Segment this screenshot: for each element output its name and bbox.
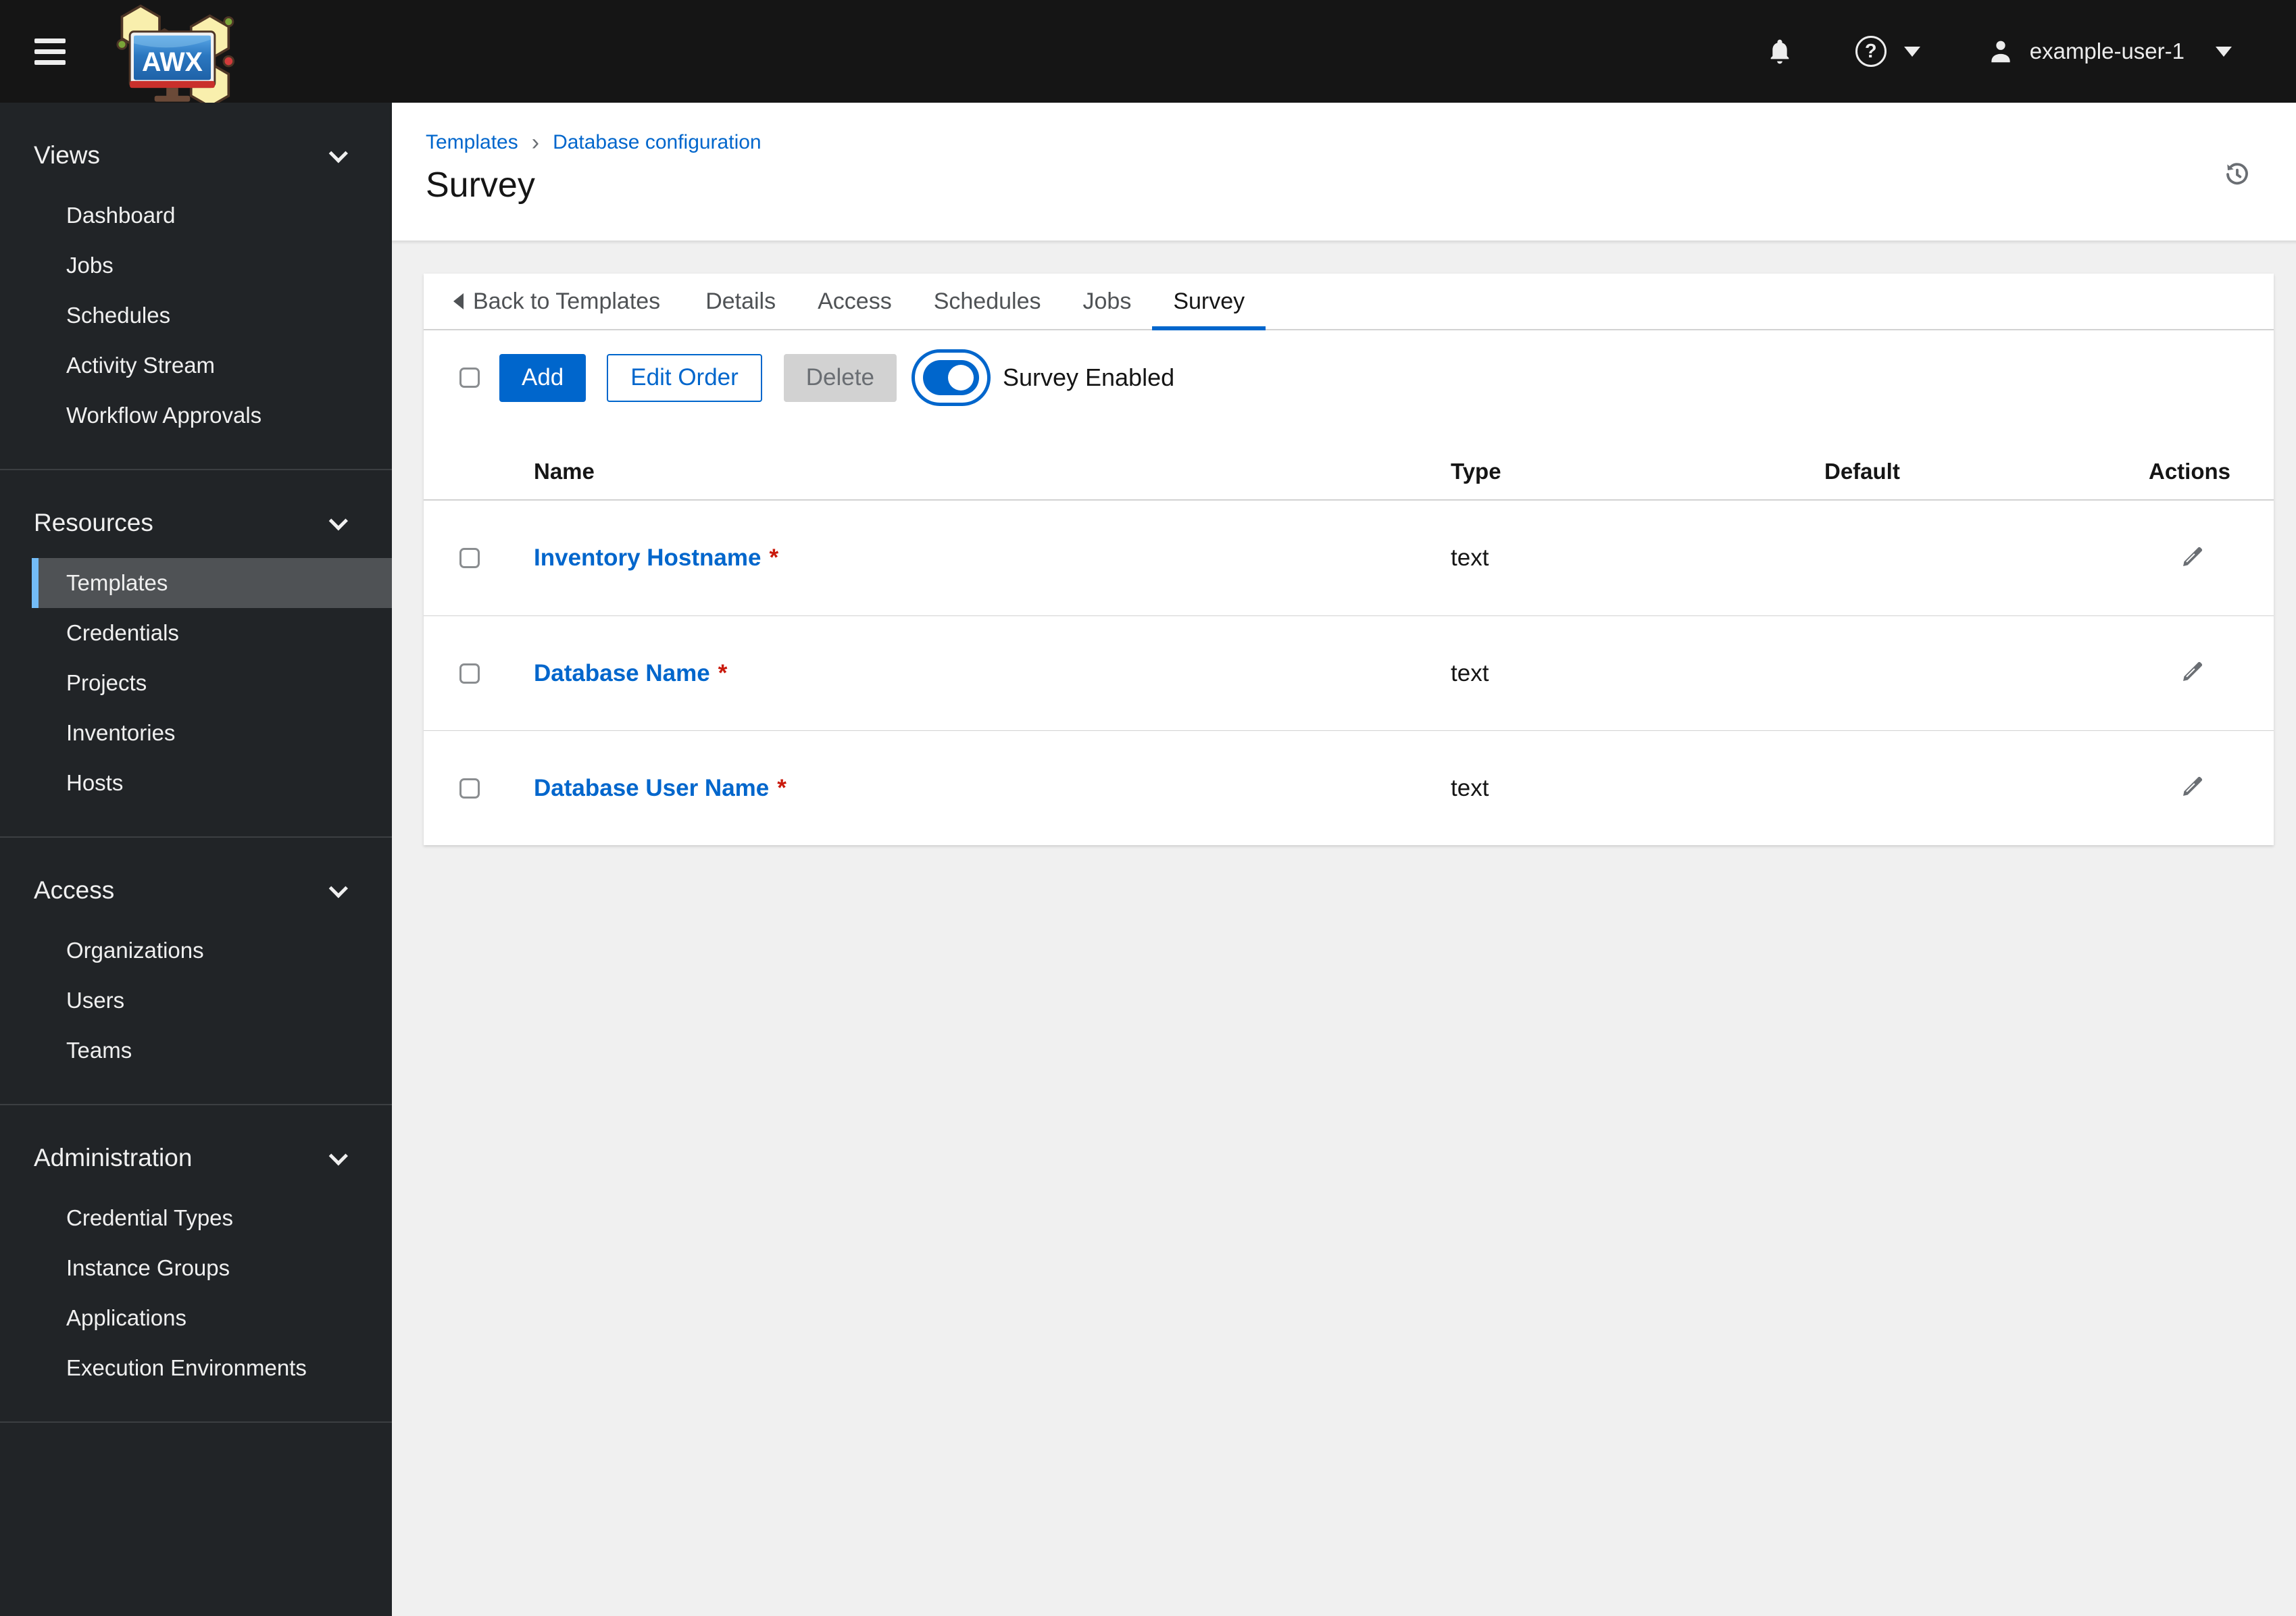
survey-card: Back to Templates Details Access Schedul… [424,274,2274,845]
column-header-actions: Actions [2149,459,2231,484]
survey-question-link[interactable]: Database Name [534,660,710,686]
add-button[interactable]: Add [499,353,587,402]
required-asterisk: * [777,774,787,801]
toggle-switch-icon [911,349,991,406]
main-content: Templates › Database configuration Surve… [392,103,2296,1616]
section-label: Views [34,141,101,169]
chevron-down-icon [2216,46,2232,57]
select-all-checkbox[interactable] [459,368,480,388]
sidebar-nav: Views Dashboard Jobs Schedules Activity … [0,103,392,1616]
sidebar-item-applications[interactable]: Applications [0,1293,392,1343]
sidebar-item-schedules[interactable]: Schedules [0,291,392,340]
breadcrumb-link-database-configuration[interactable]: Database configuration [553,131,762,154]
table-row: Database User Name * text [424,730,2274,845]
help-icon: ? [1855,36,1887,67]
sidebar-item-workflow-approvals[interactable]: Workflow Approvals [0,390,392,440]
sidebar-item-templates[interactable]: Templates [32,558,392,608]
nav-section-header-views[interactable]: Views [0,135,392,176]
table-row: Database Name * text [424,615,2274,730]
breadcrumb-link-templates[interactable]: Templates [426,131,518,154]
nav-section-header-administration[interactable]: Administration [0,1138,392,1178]
masthead-right: ? example-user-1 [1766,36,2296,67]
delete-button[interactable]: Delete [783,353,897,402]
chevron-down-icon [328,511,348,531]
table-row: Inventory Hostname * text [424,501,2274,615]
chevron-down-icon [1903,46,1920,57]
tab-schedules[interactable]: Schedules [913,274,1062,329]
type-cell: text [1451,659,1489,686]
section-label: Resources [34,509,153,536]
divider [0,1421,392,1423]
type-cell: text [1451,545,1489,571]
column-header-type: Type [1451,459,1501,484]
edit-pencil-icon[interactable] [2178,773,2206,803]
caret-left-icon [453,293,464,309]
row-checkbox[interactable] [459,778,480,799]
awx-logo[interactable]: AWX [101,0,244,103]
toggle-label: Survey Enabled [1002,363,1175,391]
history-icon[interactable] [2224,161,2251,190]
nav-toggle-icon[interactable] [34,32,66,71]
survey-enabled-toggle[interactable] [911,349,991,406]
tab-back-to-templates[interactable]: Back to Templates [453,274,671,329]
row-checkbox[interactable] [459,548,480,568]
sidebar-item-activity-stream[interactable]: Activity Stream [0,340,392,390]
sidebar-item-organizations[interactable]: Organizations [0,926,392,976]
nav-section-views: Views Dashboard Jobs Schedules Activity … [0,103,392,469]
nav-section-resources: Resources Templates Credentials Projects… [0,470,392,836]
sidebar-item-projects[interactable]: Projects [0,658,392,708]
chevron-down-icon [328,144,348,163]
required-asterisk: * [769,545,779,571]
section-label: Access [34,876,115,904]
survey-toolbar: Add Edit Order Delete Survey Enabled [424,330,2274,444]
breadcrumb-separator: › [531,130,540,155]
required-asterisk: * [718,659,728,686]
user-menu[interactable]: example-user-1 [1987,37,2232,66]
sidebar-item-dashboard[interactable]: Dashboard [0,191,392,241]
svg-text:AWX: AWX [142,47,203,77]
edit-order-button[interactable]: Edit Order [607,353,762,402]
sidebar-item-execution-environments[interactable]: Execution Environments [0,1343,392,1393]
sidebar-item-users[interactable]: Users [0,976,392,1026]
nav-section-header-resources[interactable]: Resources [0,503,392,543]
help-menu[interactable]: ? [1855,36,1920,67]
awx-logo-icon: AWX [116,4,235,103]
chevron-down-icon [328,1146,348,1166]
notifications-bell-icon[interactable] [1766,36,1793,66]
nav-section-administration: Administration Credential Types Instance… [0,1105,392,1421]
breadcrumb: Templates › Database configuration [426,131,2252,154]
masthead: AWX ? example-user-1 [0,0,2296,103]
user-icon [1991,41,2010,63]
sidebar-item-teams[interactable]: Teams [0,1026,392,1076]
survey-question-link[interactable]: Inventory Hostname [534,545,761,571]
nav-section-access: Access Organizations Users Teams [0,838,392,1104]
table-header: Name Type Default Actions [424,444,2274,501]
sidebar-item-hosts[interactable]: Hosts [0,758,392,808]
sidebar-item-inventories[interactable]: Inventories [0,708,392,758]
edit-pencil-icon[interactable] [2178,543,2206,574]
sidebar-item-credential-types[interactable]: Credential Types [0,1193,392,1243]
section-label: Administration [34,1144,193,1171]
tab-access[interactable]: Access [797,274,913,329]
page-header: Templates › Database configuration Surve… [392,103,2296,241]
sidebar-item-credentials[interactable]: Credentials [0,608,392,658]
tab-jobs[interactable]: Jobs [1062,274,1153,329]
tab-details[interactable]: Details [684,274,797,329]
column-header-name: Name [534,459,595,484]
sidebar-item-jobs[interactable]: Jobs [0,241,392,291]
tab-bar: Back to Templates Details Access Schedul… [424,274,2274,330]
username-label: example-user-1 [2029,39,2185,64]
type-cell: text [1451,774,1489,801]
survey-question-link[interactable]: Database User Name [534,775,769,801]
row-checkbox[interactable] [459,663,480,684]
edit-pencil-icon[interactable] [2178,658,2206,688]
nav-section-header-access[interactable]: Access [0,870,392,911]
page-title: Survey [426,166,535,205]
chevron-down-icon [328,879,348,899]
column-header-default: Default [1824,459,1900,484]
sidebar-item-instance-groups[interactable]: Instance Groups [0,1243,392,1293]
tab-survey[interactable]: Survey [1152,274,1266,330]
